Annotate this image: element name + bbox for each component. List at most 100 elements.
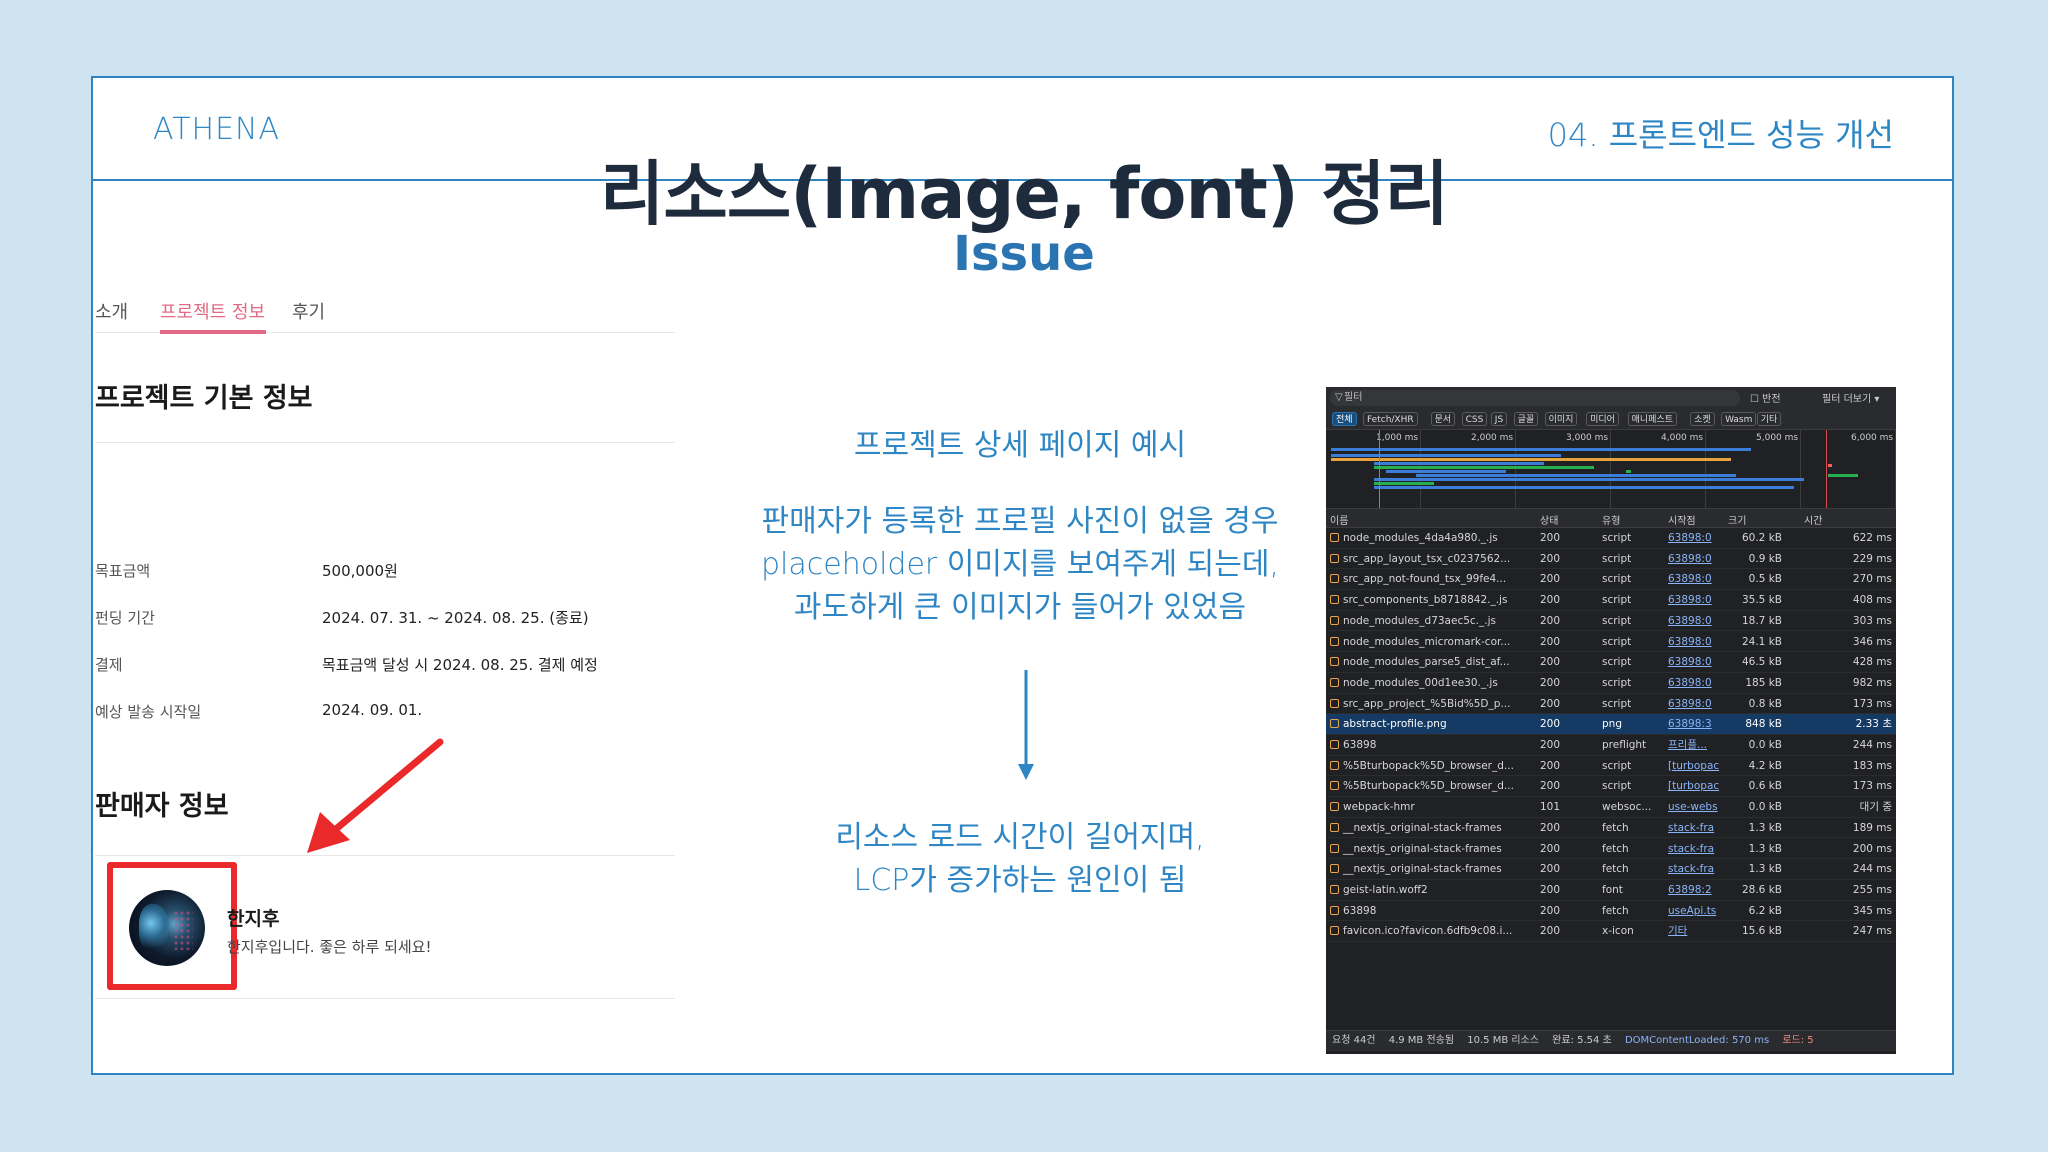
- request-row[interactable]: webpack-hmr 101 websoc... use-webs 0.0 kB 대기 …: [1326, 797, 1896, 818]
- request-name: 63898: [1330, 735, 1534, 756]
- request-initiator[interactable]: 63898:0: [1668, 632, 1720, 653]
- request-row[interactable]: 63898 200 fetch useApi.ts 6.2 kB 345 ms: [1326, 901, 1896, 922]
- column-name[interactable]: 이름: [1330, 512, 1534, 527]
- request-row[interactable]: node_modules_00d1ee30._.js 200 script 63898…: [1326, 673, 1896, 694]
- request-size: 6.2 kB: [1748, 904, 1782, 917]
- info-value: 목표금액 달성 시 2024. 08. 25. 결제 예정: [322, 656, 598, 674]
- request-initiator[interactable]: 63898:0: [1668, 590, 1720, 611]
- network-overview-timeline: 1,000 ms 2,000 ms 3,000 ms 4,000 ms 5,000 ms…: [1326, 430, 1896, 509]
- request-name-text: __nextjs_original-stack-frames: [1343, 821, 1502, 834]
- request-type: fetch: [1602, 842, 1629, 855]
- request-initiator[interactable]: 63898:0: [1668, 611, 1720, 632]
- request-initiator[interactable]: use-webs: [1668, 797, 1720, 818]
- request-type: script: [1602, 573, 1632, 586]
- request-initiator[interactable]: [turbopac: [1668, 776, 1720, 797]
- request-time: 229 ms: [1852, 552, 1892, 565]
- request-row[interactable]: favicon.ico?favicon.6dfb9c08.i... 200 x-ic…: [1326, 921, 1896, 942]
- request-initiator[interactable]: [turbopac: [1668, 756, 1720, 777]
- request-time: 173 ms: [1852, 780, 1892, 793]
- type-filter-chip[interactable]: 기타: [1756, 412, 1782, 426]
- network-status-bar: 요청 44건 4.9 MB 전송됨 10.5 MB 리소스 완료: 5.54 초…: [1326, 1030, 1896, 1051]
- request-row[interactable]: node_modules_d73aec5c._.js 200 script 63898…: [1326, 611, 1896, 632]
- request-type: script: [1602, 635, 1632, 648]
- type-filter-chip[interactable]: Fetch/XHR: [1363, 412, 1418, 426]
- request-initiator[interactable]: 63898:2: [1668, 880, 1720, 901]
- column-status[interactable]: 상태: [1540, 512, 1590, 527]
- request-time: 244 ms: [1852, 739, 1892, 751]
- file-type-icon: [1330, 864, 1339, 874]
- request-initiator[interactable]: stack-fra: [1668, 818, 1720, 839]
- active-tab-indicator: [160, 330, 266, 334]
- timeline-tick-label: 5,000 ms: [1756, 433, 1799, 443]
- type-filter-chip[interactable]: 이미지: [1544, 412, 1578, 426]
- request-size: 0.0 kB: [1748, 801, 1782, 814]
- type-filter-chip[interactable]: 문서: [1430, 412, 1456, 426]
- type-filter-chip[interactable]: Wasm: [1721, 412, 1757, 426]
- request-row[interactable]: %5Bturbopack%5D_browser_d... 200 script [tu…: [1326, 756, 1896, 777]
- type-filter-chip[interactable]: CSS: [1461, 412, 1488, 426]
- timeline-bar: [1374, 466, 1594, 469]
- filter-input[interactable]: ▽ 필터: [1330, 390, 1740, 406]
- request-initiator[interactable]: stack-fra: [1668, 859, 1720, 880]
- request-row[interactable]: src_app_not-found_tsx_99fe4... 200 script 6…: [1326, 569, 1896, 591]
- request-row[interactable]: abstract-profile.png 200 png 63898:3 848 kB 2…: [1326, 714, 1896, 735]
- tab-intro[interactable]: 소개: [95, 298, 128, 324]
- request-initiator[interactable]: 63898:0: [1668, 549, 1720, 570]
- request-size: 185 kB: [1745, 676, 1782, 689]
- tab-project-info[interactable]: 프로젝트 정보: [160, 298, 265, 324]
- request-row[interactable]: __nextjs_original-stack-frames 200 fetch st…: [1326, 818, 1896, 839]
- tab-reviews[interactable]: 후기: [292, 298, 325, 324]
- column-time[interactable]: 시간: [1804, 512, 1822, 527]
- column-size[interactable]: 크기: [1728, 512, 1746, 527]
- request-row[interactable]: src_app_project_%5Bid%5D_p... 200 script 63…: [1326, 694, 1896, 715]
- seller-description: 한지후입니다. 좋은 하루 되세요!: [227, 938, 432, 956]
- request-initiator[interactable]: 63898:0: [1668, 652, 1720, 673]
- request-size: 0.5 kB: [1748, 573, 1782, 586]
- request-type: script: [1602, 656, 1632, 669]
- request-type: script: [1602, 594, 1632, 607]
- request-initiator[interactable]: 기타: [1668, 921, 1720, 942]
- request-initiator[interactable]: 63898:0: [1668, 673, 1720, 694]
- timeline-bar: [1828, 474, 1858, 477]
- request-row[interactable]: node_modules_parse5_dist_af... 200 script 6…: [1326, 652, 1896, 673]
- type-filter-chip[interactable]: 글꼴: [1513, 412, 1539, 426]
- request-row[interactable]: __nextjs_original-stack-frames 200 fetch st…: [1326, 859, 1896, 880]
- column-type[interactable]: 유형: [1602, 512, 1662, 527]
- request-initiator[interactable]: 프리플...: [1668, 735, 1720, 756]
- request-initiator[interactable]: 63898:0: [1668, 694, 1720, 715]
- request-row[interactable]: %5Bturbopack%5D_browser_d... 200 script [tu…: [1326, 776, 1896, 798]
- request-initiator[interactable]: stack-fra: [1668, 839, 1720, 860]
- request-row[interactable]: __nextjs_original-stack-frames 200 fetch st…: [1326, 839, 1896, 860]
- request-row[interactable]: src_components_b8718842._.js 200 script 638…: [1326, 590, 1896, 611]
- request-initiator[interactable]: 63898:3: [1668, 714, 1720, 735]
- type-filter-chip[interactable]: 소켓: [1690, 412, 1715, 426]
- request-name: node_modules_d73aec5c._.js: [1330, 611, 1534, 632]
- request-row[interactable]: node_modules_4da4a980._.js 200 script 63898…: [1326, 528, 1896, 549]
- issue-line: placeholder 이미지를 보여주게 되는데,: [761, 547, 1279, 582]
- request-row[interactable]: src_app_layout_tsx_c0237562... 200 script 6…: [1326, 549, 1896, 570]
- invert-checkbox[interactable]: ☐ 반전: [1750, 390, 1781, 405]
- type-filter-chip[interactable]: 매니페스트: [1627, 412, 1677, 426]
- request-time: 428 ms: [1852, 656, 1892, 669]
- type-filter-chip[interactable]: JS: [1490, 412, 1508, 426]
- request-row[interactable]: node_modules_micromark-cor... 200 script 63…: [1326, 632, 1896, 653]
- request-row[interactable]: 63898 200 preflight 프리플... 0.0 kB 244 ms: [1326, 735, 1896, 756]
- column-initiator[interactable]: 시작점: [1668, 512, 1696, 527]
- consequence-line: LCP가 증가하는 원인이 됨: [853, 863, 1187, 898]
- request-row[interactable]: geist-latin.woff2 200 font 63898:2 28.6 kB 25…: [1326, 880, 1896, 901]
- issue-consequence: 리소스 로드 시간이 길어지며, LCP가 증가하는 원인이 됨: [640, 816, 1400, 902]
- timeline-gridline: [1705, 430, 1706, 508]
- request-name: src_app_project_%5Bid%5D_p...: [1330, 694, 1534, 715]
- consequence-line: 리소스 로드 시간이 길어지며,: [835, 820, 1205, 855]
- request-name: __nextjs_original-stack-frames: [1330, 818, 1534, 839]
- more-filters-button[interactable]: 필터 더보기 ▾: [1822, 390, 1879, 405]
- type-filter-chip[interactable]: 전체: [1332, 412, 1357, 426]
- timeline-gridline: [1420, 430, 1421, 508]
- request-type: script: [1602, 614, 1632, 627]
- request-name-text: geist-latin.woff2: [1343, 883, 1428, 896]
- type-filter-chip[interactable]: 미디어: [1586, 412, 1619, 426]
- request-initiator[interactable]: 63898:0: [1668, 528, 1720, 549]
- request-initiator[interactable]: useApi.ts: [1668, 901, 1720, 922]
- request-name: __nextjs_original-stack-frames: [1330, 859, 1534, 880]
- request-initiator[interactable]: 63898:0: [1668, 569, 1720, 590]
